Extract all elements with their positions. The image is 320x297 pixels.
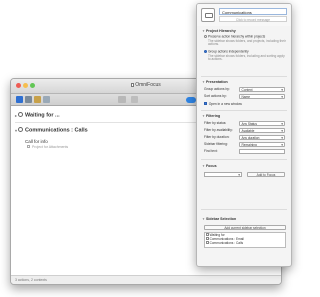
record-message-field[interactable]: Click to record message bbox=[219, 16, 287, 22]
document-icon bbox=[131, 82, 135, 87]
chevron-down-icon: ▼ bbox=[202, 164, 205, 168]
task-row[interactable]: Call for info bbox=[25, 139, 48, 144]
filter-availability-popup[interactable]: Available bbox=[239, 128, 285, 133]
sidebar-selection-list: Waiting for Communications : Email Commu… bbox=[204, 232, 286, 248]
filter-availability-row: Filter by availability: bbox=[204, 128, 233, 133]
find-text-row: Find text: bbox=[204, 149, 218, 154]
flag-icon[interactable] bbox=[131, 96, 138, 103]
group-label: Communications : Calls bbox=[25, 127, 88, 134]
projects-icon[interactable] bbox=[34, 96, 41, 103]
section-presentation[interactable]: ▼Presentation bbox=[202, 80, 228, 84]
open-new-window-checkbox[interactable] bbox=[204, 102, 208, 106]
chevron-down-icon: ▼ bbox=[202, 217, 205, 221]
sidebar-filtering-label: Sidebar filtering: bbox=[204, 142, 228, 146]
open-new-window-row[interactable]: Open in a new window bbox=[204, 102, 242, 106]
sidebar-filtering-popup[interactable]: Remaining bbox=[239, 142, 285, 147]
section-title: Project Hierarchy bbox=[205, 29, 236, 33]
status-bar: 3 actions, 2 contexts bbox=[11, 275, 281, 284]
item-checkbox[interactable] bbox=[206, 237, 209, 240]
filter-duration-popup[interactable]: Any duration bbox=[239, 135, 285, 140]
checkbox-label: Open in a new window bbox=[208, 102, 242, 106]
find-text-input[interactable] bbox=[239, 149, 285, 154]
section-title: Filtering bbox=[205, 114, 221, 118]
disclosure-chevron-icon[interactable]: ▾ bbox=[15, 128, 17, 133]
filter-status-label: Filter by status: bbox=[204, 121, 227, 125]
radio-description: The sidebar shows folders, and projects,… bbox=[208, 38, 286, 47]
section-project-hierarchy[interactable]: ▼Project Hierarchy bbox=[202, 29, 236, 33]
sort-by-popup[interactable]: Name bbox=[239, 94, 285, 99]
perspectives-icon[interactable] bbox=[16, 96, 23, 103]
task-checkbox[interactable] bbox=[27, 145, 30, 148]
section-focus[interactable]: ▼Focus bbox=[202, 164, 217, 168]
context-icon bbox=[18, 112, 24, 117]
chevron-down-icon: ▼ bbox=[202, 29, 205, 33]
radio-description: The sidebar shows folders, including and… bbox=[208, 53, 285, 62]
group-by-label: Group actions by: bbox=[204, 87, 230, 91]
divider bbox=[201, 209, 287, 210]
section-title: Presentation bbox=[205, 80, 228, 84]
context-icon bbox=[18, 127, 24, 132]
radio-preserve-hierarchy[interactable]: Preserve action hierarchy within project… bbox=[204, 35, 288, 47]
group-by-popup[interactable]: Context bbox=[239, 87, 285, 92]
perspective-icon[interactable] bbox=[201, 8, 215, 22]
focus-popup[interactable] bbox=[204, 172, 242, 177]
task-note-row: Project for Attachments bbox=[27, 145, 68, 149]
inspector-toggle-icon[interactable] bbox=[186, 97, 196, 103]
add-sidebar-selection-button[interactable]: Add current sidebar selection bbox=[204, 225, 286, 230]
item-checkbox[interactable] bbox=[206, 241, 209, 244]
item-checkbox[interactable] bbox=[206, 233, 209, 236]
divider bbox=[201, 110, 287, 111]
filter-status-row: Filter by status: bbox=[204, 121, 226, 126]
group-by-row: Group actions by: bbox=[204, 87, 230, 92]
view-options-icon[interactable] bbox=[118, 96, 126, 103]
radio-button-selected[interactable] bbox=[204, 50, 207, 53]
section-title: Sidebar Selection bbox=[205, 217, 237, 221]
perspective-name-field[interactable]: Communications bbox=[219, 8, 287, 15]
group-label: Waiting for ... bbox=[25, 112, 60, 119]
group-row-waiting[interactable]: ▸ Waiting for ... bbox=[15, 112, 60, 120]
status-text: 3 actions, 2 contexts bbox=[15, 278, 47, 282]
section-sidebar-selection[interactable]: ▼Sidebar Selection bbox=[202, 217, 236, 221]
task-title[interactable]: Call for info bbox=[25, 139, 48, 144]
group-row-communications[interactable]: ▾ Communications : Calls bbox=[15, 127, 88, 135]
chevron-down-icon: ▼ bbox=[202, 80, 205, 84]
filter-duration-row: Filter by duration: bbox=[204, 135, 229, 140]
filter-duration-label: Filter by duration: bbox=[204, 135, 230, 139]
section-title: Focus bbox=[205, 164, 217, 168]
inspector-header: Communications Click to record message bbox=[197, 4, 291, 26]
perspective-inspector: Communications Click to record message ▼… bbox=[196, 3, 292, 267]
list-item[interactable]: Communications : Calls bbox=[205, 241, 285, 245]
sort-by-label: Sort actions by: bbox=[204, 94, 227, 98]
find-text-label: Find text: bbox=[204, 149, 218, 153]
filter-status-popup[interactable]: Any Status bbox=[239, 121, 285, 126]
radio-group-independently[interactable]: Group actions independently The sidebar … bbox=[204, 50, 288, 62]
section-filtering[interactable]: ▼Filtering bbox=[202, 114, 220, 118]
sort-by-row: Sort actions by: bbox=[204, 94, 227, 99]
divider bbox=[201, 76, 287, 77]
inbox-icon[interactable] bbox=[25, 96, 32, 103]
filter-availability-label: Filter by availability: bbox=[204, 128, 233, 132]
disclosure-chevron-icon[interactable]: ▸ bbox=[15, 113, 17, 118]
window-title: OmniFocus bbox=[135, 82, 161, 88]
add-to-focus-button[interactable]: Add to Focus bbox=[247, 172, 285, 177]
radio-button[interactable] bbox=[204, 35, 207, 38]
sidebar-filtering-row: Sidebar filtering: bbox=[204, 142, 228, 147]
contexts-icon[interactable] bbox=[43, 96, 50, 103]
list-item-label: Communications : Calls bbox=[209, 241, 244, 245]
divider bbox=[201, 159, 287, 160]
task-note: Project for Attachments bbox=[32, 145, 69, 149]
chevron-down-icon: ▼ bbox=[202, 114, 205, 118]
